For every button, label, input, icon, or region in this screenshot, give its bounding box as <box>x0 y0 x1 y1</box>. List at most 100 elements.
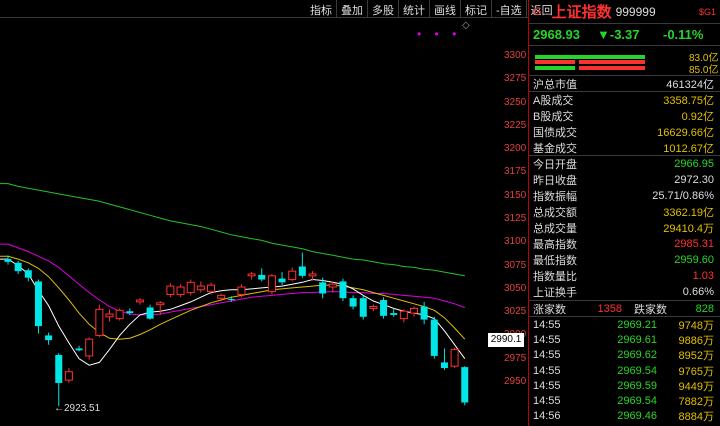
stat-row: B股成交 0.92亿 <box>529 108 720 124</box>
candle-body <box>156 302 165 306</box>
price-change-pct: -0.11% <box>663 27 704 42</box>
candle-body <box>217 294 226 299</box>
candle-body <box>4 259 12 262</box>
candle-body <box>420 306 428 320</box>
index-name[interactable]: 上证指数 <box>552 1 612 22</box>
stat-row: 最低指数 2959.60 <box>529 252 720 268</box>
candle-body <box>399 310 408 320</box>
candle <box>359 295 367 320</box>
stat-label: 指数量比 <box>533 271 577 283</box>
candle <box>196 281 205 293</box>
outflow-bar-green <box>535 66 575 70</box>
stat-label: 今日开盘 <box>533 159 577 171</box>
stat-row: 总成交量 29410.4万 <box>529 220 720 236</box>
candle-body <box>267 275 276 293</box>
stat-row: 今日开盘 2966.95 <box>529 156 720 172</box>
candle-body <box>450 348 459 367</box>
candle <box>308 271 317 281</box>
stat-label: 沪总市值 <box>533 78 577 91</box>
outflow-bar <box>579 66 645 70</box>
tick-time: 14:55 <box>533 379 561 392</box>
stat-label: A股成交 <box>533 95 574 107</box>
candle-body <box>430 319 438 356</box>
tick-volume: 9886万 <box>678 334 714 347</box>
candle <box>461 366 469 406</box>
stat-row: 最高指数 2985.31 <box>529 236 720 252</box>
stat-value: 2972.30 <box>674 174 714 186</box>
candle-body <box>146 307 154 319</box>
candle-body <box>369 306 378 309</box>
stats-table: 沪总市值 461324亿 A股成交 3358.75亿 B股成交 0.92亿 国债成交 1662… <box>529 76 720 300</box>
y-axis-tick: 3150 <box>504 189 527 201</box>
tick-row: 14:55 2969.54 7882万 <box>529 393 720 408</box>
toolbar-multistock-button[interactable]: 多股 <box>367 0 398 17</box>
candle <box>430 316 438 359</box>
stat-value: 1.03 <box>692 270 714 282</box>
candle-body <box>227 299 235 301</box>
advance-decline-row: 涨家数 1358 跌家数 828 <box>529 300 720 317</box>
y-axis-tick: 3250 <box>504 96 527 108</box>
last-price: 2968.93 <box>533 27 580 42</box>
kline-chart[interactable] <box>0 0 490 426</box>
candle <box>115 308 124 321</box>
stat-label: 国债成交 <box>533 127 577 139</box>
candle-body <box>75 348 83 351</box>
tick-volume: 7882万 <box>678 396 714 409</box>
tick-row: 14:55 2969.21 9748万 <box>529 317 720 332</box>
tick-time: 14:55 <box>533 349 561 362</box>
candle-body <box>298 266 306 276</box>
tick-price: 2969.46 <box>617 410 657 423</box>
price-change: ▼-3.37 <box>597 27 640 42</box>
candle-body <box>176 286 185 295</box>
toolbar-drawline-button[interactable]: 画线 <box>429 0 460 17</box>
candle <box>420 301 428 325</box>
tick-list[interactable]: 14:55 2969.21 9748万 14:55 2969.61 9886万 14:55 2… <box>529 317 720 426</box>
stat-label: 总成交量 <box>533 223 577 235</box>
toolbar-mark-button[interactable]: 标记 <box>460 0 491 17</box>
y-axis-tick: 3225 <box>504 119 527 131</box>
stat-label: 指数振幅 <box>533 191 577 203</box>
toolbar-overlay-button[interactable]: 叠加 <box>336 0 367 17</box>
tick-row: 14:55 2969.62 8952万 <box>529 348 720 363</box>
stat-row: 指数量比 1.03 <box>529 268 720 284</box>
stat-row: 指数振幅 25.71/0.86% <box>529 188 720 204</box>
candle <box>247 272 256 280</box>
candle <box>258 268 266 282</box>
group-flag: G <box>533 5 542 18</box>
stat-row: 上证换手 0.66% <box>529 284 720 300</box>
candle <box>440 348 448 370</box>
candle <box>410 306 418 317</box>
toolbar-stats-button[interactable]: 统计 <box>398 0 429 17</box>
tick-row: 14:55 2969.54 9765万 <box>529 363 720 378</box>
candle-body <box>196 285 205 291</box>
candle-body <box>105 313 114 318</box>
candle-body <box>115 309 124 320</box>
index-code: 999999 <box>615 4 656 19</box>
candle <box>298 252 306 278</box>
stat-value: 0.92亿 <box>681 111 714 123</box>
candle <box>146 304 154 320</box>
stat-value: 461324亿 <box>666 78 714 91</box>
stat-value: 0.66% <box>682 286 714 298</box>
toolbar-indicator-button[interactable]: 指标 <box>306 0 336 17</box>
candle-body <box>390 313 398 315</box>
inflow-bar-red <box>535 60 575 64</box>
candle <box>450 347 459 369</box>
quote-panel: G 上证指数 999999 $G1 2968.93 ▼-3.37 -0.11% … <box>528 0 720 426</box>
candle <box>64 368 73 383</box>
candle-body <box>166 285 175 295</box>
tick-volume: 8884万 <box>678 411 714 424</box>
candle <box>85 337 94 360</box>
candle-body <box>135 299 144 303</box>
stat-value: 3358.75亿 <box>663 95 714 107</box>
y-axis-tick: 3125 <box>504 213 527 224</box>
diamond-icon[interactable]: ◇ <box>462 20 470 31</box>
candle <box>369 304 378 312</box>
candle <box>176 284 185 298</box>
ma10-line <box>0 255 466 340</box>
tick-price: 2969.59 <box>617 379 657 392</box>
candle-body <box>126 311 134 314</box>
y-axis-tick: 3300 <box>504 50 527 61</box>
kline-chart-area[interactable]: 指标 叠加 多股 统计 画线 标记 -自选 返回 • • • ◇ 3300 327… <box>0 0 553 426</box>
tick-volume: 9449万 <box>678 380 714 393</box>
